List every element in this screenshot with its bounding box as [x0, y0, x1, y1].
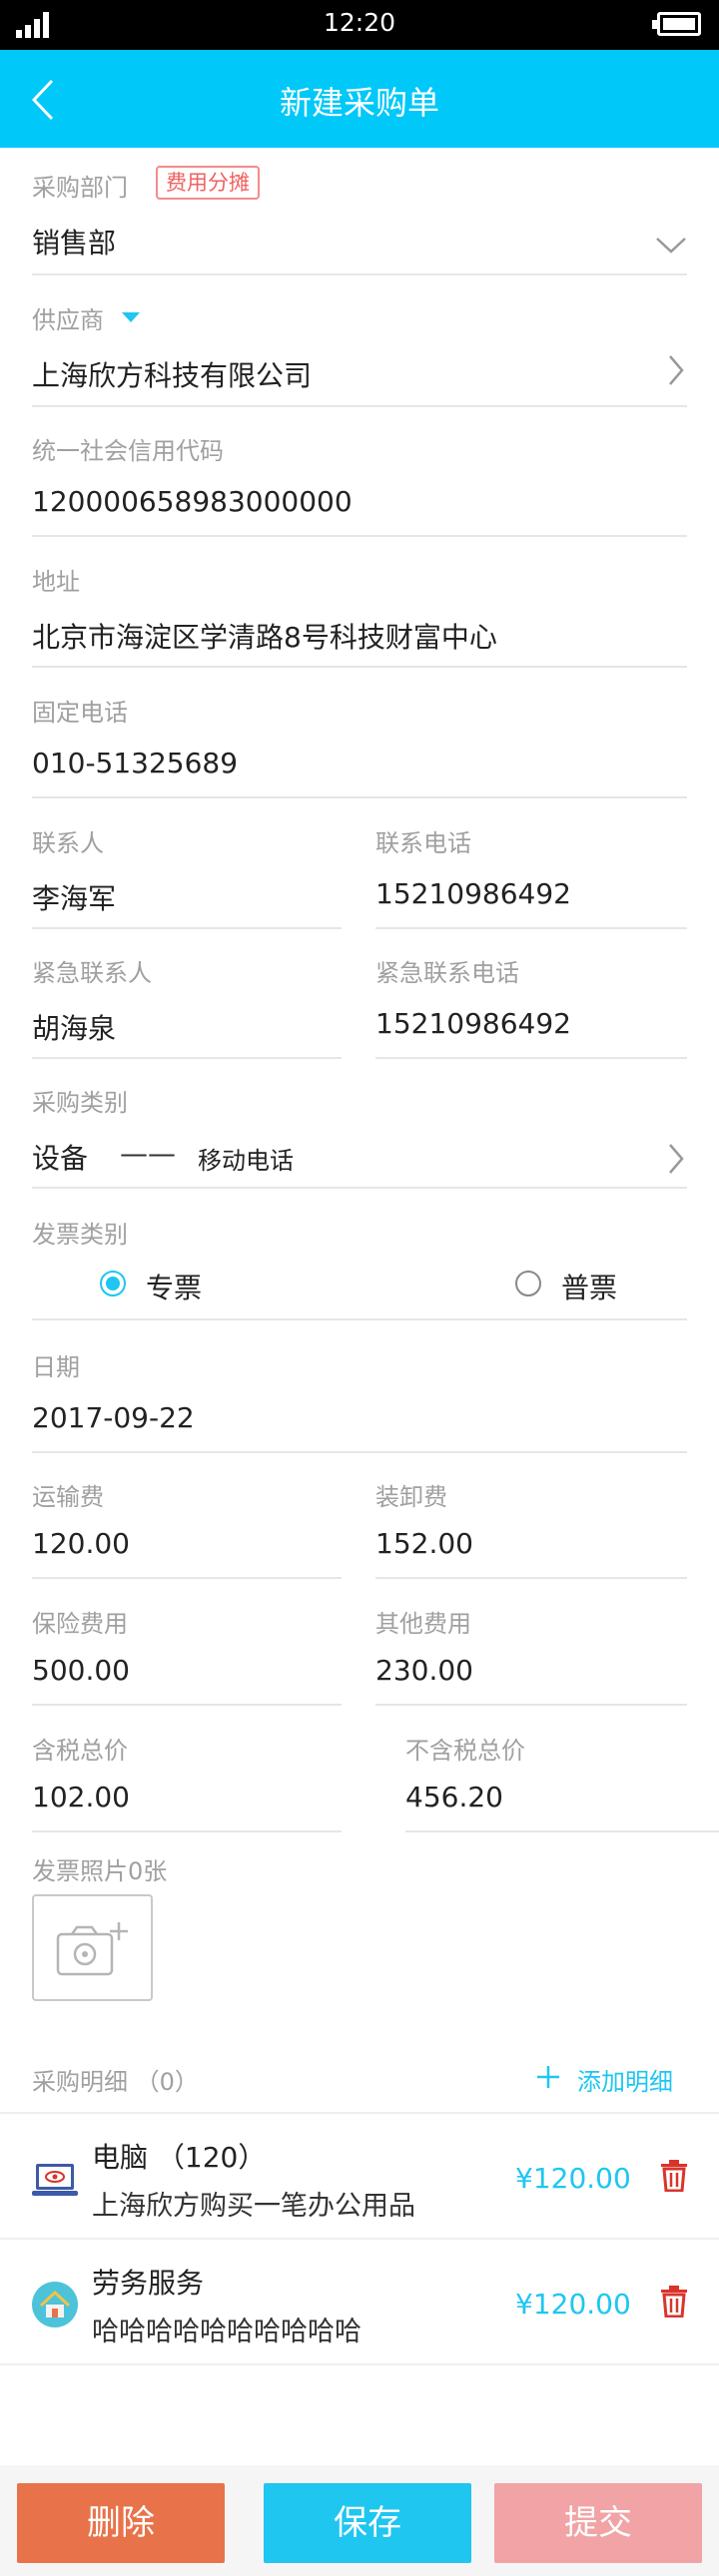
other-fee-label: 其他费用 [375, 1610, 471, 1638]
add-photo-button[interactable] [32, 1894, 153, 2001]
add-detail-button[interactable]: 添加明细 [535, 2058, 695, 2098]
freight-label: 运输费 [32, 1483, 104, 1511]
plus-icon [537, 2066, 559, 2088]
chevron-down-icon [656, 238, 686, 254]
emergency-phone-value: 15210986492 [375, 1007, 571, 1040]
credit-code-label: 统一社会信用代码 [32, 437, 224, 465]
contact-label: 联系人 [32, 829, 104, 857]
handling-field[interactable]: 装卸费 152.00 [375, 1477, 687, 1579]
purchase-type-label: 采购类别 [32, 1089, 128, 1117]
tax-total-value: 102.00 [32, 1781, 130, 1813]
item-desc: 上海欣方购买一笔办公用品 [92, 2191, 415, 2222]
emergency-phone-field[interactable]: 紧急联系电话 15210986492 [375, 953, 687, 1059]
item-title: 电脑 （120） [92, 2141, 267, 2174]
radio-special-invoice[interactable] [100, 1271, 126, 1296]
other-fee-field[interactable]: 其他费用 230.00 [375, 1604, 687, 1706]
chevron-right-icon [669, 1144, 684, 1174]
emergency-contact-field[interactable]: 紧急联系人 胡海泉 [32, 953, 342, 1059]
contact-value: 李海军 [32, 882, 117, 915]
tax-total-field[interactable]: 含税总价 102.00 [32, 1731, 342, 1832]
trash-icon[interactable] [660, 2286, 688, 2318]
detail-item[interactable]: 劳务服务 哈哈哈哈哈哈哈哈哈哈 ¥120.00 [0, 2242, 719, 2365]
radio-normal-invoice[interactable] [515, 1271, 541, 1296]
bottom-action-bar: 删除 保存 提交 [0, 2465, 719, 2576]
pretax-total-field[interactable]: 不含税总价 456.20 [405, 1731, 719, 1832]
purchase-type-dash: —— [120, 1137, 176, 1170]
status-time: 12:20 [323, 8, 396, 37]
contact-field[interactable]: 联系人 李海军 [32, 823, 342, 929]
address-field[interactable]: 地址 北京市海淀区学清路8号科技财富中心 [32, 562, 687, 668]
special-invoice-label: 专票 [146, 1272, 203, 1304]
item-price: ¥120.00 [515, 2162, 631, 2195]
detail-item[interactable]: 电脑 （120） 上海欣方购买一笔办公用品 ¥120.00 [0, 2116, 719, 2240]
add-detail-label: 添加明细 [577, 2068, 673, 2096]
item-title: 劳务服务 [92, 2267, 205, 2300]
purchase-type-main: 设备 [32, 1142, 89, 1175]
supplier-value: 上海欣方科技有限公司 [32, 359, 313, 392]
address-label: 地址 [32, 568, 80, 596]
credit-code-value: 120000658983000000 [32, 485, 353, 518]
address-value: 北京市海淀区学清路8号科技财富中心 [32, 621, 497, 654]
date-value: 2017-09-22 [32, 1401, 195, 1434]
normal-invoice-label: 普票 [561, 1272, 618, 1304]
department-field[interactable]: 采购部门 费用分摊 销售部 [32, 166, 687, 275]
department-label: 采购部门 [32, 174, 128, 202]
freight-value: 120.00 [32, 1527, 130, 1560]
purchase-type-field[interactable]: 采购类别 设备 —— 移动电话 [32, 1083, 687, 1189]
department-value: 销售部 [32, 227, 117, 259]
contact-phone-field[interactable]: 联系电话 15210986492 [375, 823, 687, 929]
handling-value: 152.00 [375, 1527, 473, 1560]
trash-icon[interactable] [660, 2160, 688, 2192]
status-bar: 12:20 [0, 0, 719, 50]
pretax-total-value: 456.20 [405, 1781, 503, 1813]
item-price: ¥120.00 [515, 2288, 631, 2320]
freight-field[interactable]: 运输费 120.00 [32, 1477, 342, 1579]
details-title: 采购明细 （0） [32, 2068, 199, 2096]
supplier-label: 供应商 [32, 306, 104, 334]
credit-code-field[interactable]: 统一社会信用代码 120000658983000000 [32, 431, 687, 537]
dropdown-triangle-icon[interactable] [122, 312, 140, 322]
tax-total-label: 含税总价 [32, 1737, 128, 1765]
emergency-phone-label: 紧急联系电话 [375, 959, 519, 987]
phone-field[interactable]: 固定电话 010-51325689 [32, 693, 687, 798]
invoice-type-field: 发票类别 专票 普票 [32, 1215, 687, 1320]
emergency-contact-value: 胡海泉 [32, 1012, 117, 1045]
battery-icon [652, 12, 701, 36]
date-label: 日期 [32, 1353, 80, 1381]
phone-label: 固定电话 [32, 699, 128, 727]
handling-label: 装卸费 [375, 1483, 447, 1511]
submit-button[interactable]: 提交 [494, 2483, 702, 2563]
supplier-field[interactable]: 供应商 上海欣方科技有限公司 [32, 300, 687, 407]
save-button[interactable]: 保存 [264, 2483, 471, 2563]
purchase-type-sub: 移动电话 [198, 1147, 294, 1175]
laptop-icon [32, 2164, 78, 2196]
phone-value: 010-51325689 [32, 747, 239, 779]
page-title: 新建采购单 [279, 84, 439, 122]
chevron-right-icon [669, 355, 684, 385]
invoice-photos-label: 发票照片0张 [32, 1857, 168, 1885]
cost-share-tag[interactable]: 费用分摊 [156, 166, 260, 200]
details-header: 采购明细 （0） 添加明细 [0, 2044, 719, 2114]
contact-phone-label: 联系电话 [375, 829, 471, 857]
insurance-value: 500.00 [32, 1654, 130, 1687]
contact-phone-value: 15210986492 [375, 877, 571, 910]
insurance-label: 保险费用 [32, 1610, 128, 1638]
delete-button[interactable]: 删除 [17, 2483, 225, 2563]
nav-bar: 新建采购单 [0, 50, 719, 148]
insurance-field[interactable]: 保险费用 500.00 [32, 1604, 342, 1706]
date-field[interactable]: 日期 2017-09-22 [32, 1347, 687, 1453]
emergency-contact-label: 紧急联系人 [32, 959, 152, 987]
house-icon [32, 2282, 78, 2327]
item-desc: 哈哈哈哈哈哈哈哈哈哈 [92, 2317, 361, 2347]
invoice-type-label: 发票类别 [32, 1221, 128, 1249]
other-fee-value: 230.00 [375, 1654, 473, 1687]
camera-add-icon [56, 1922, 128, 1976]
pretax-total-label: 不含税总价 [405, 1737, 525, 1765]
